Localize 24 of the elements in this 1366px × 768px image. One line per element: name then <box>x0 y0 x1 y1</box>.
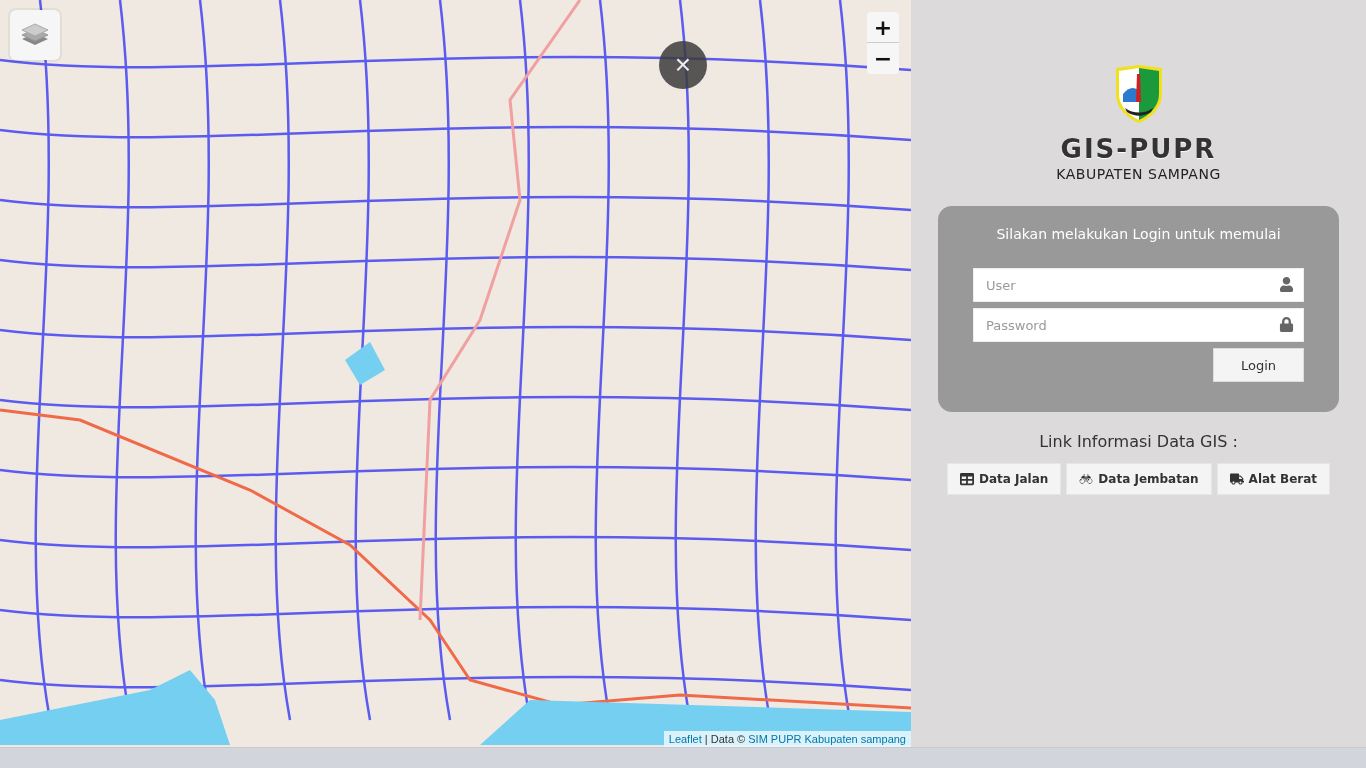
map-attribution: Leaflet | Data © SIM PUPR Kabupaten sampang <box>663 731 911 747</box>
app-title: GIS-PUPR <box>1060 134 1217 164</box>
close-button[interactable]: × <box>659 41 707 89</box>
zoom-in-button[interactable]: + <box>867 12 899 43</box>
data-source-link[interactable]: SIM PUPR Kabupaten sampang <box>748 733 906 745</box>
truck-icon <box>1229 472 1244 486</box>
leaflet-link[interactable]: Leaflet <box>668 733 702 745</box>
table-icon <box>959 472 974 486</box>
map-view[interactable]: + − × Leaflet | Data © SIM PUPR Kabupaten sampang <box>0 0 911 747</box>
layers-button[interactable] <box>10 10 60 60</box>
data-link-button[interactable]: Alat Berat <box>1216 463 1331 495</box>
links-heading: Link Informasi Data GIS : <box>1039 432 1238 451</box>
lock-icon <box>1279 317 1294 332</box>
login-button[interactable]: Login <box>1213 348 1304 382</box>
app-subtitle: KABUPATEN SAMPANG <box>1056 166 1221 182</box>
user-field[interactable]: User <box>973 268 1304 302</box>
login-heading: Silakan melakukan Login untuk memulai <box>995 226 1282 242</box>
password-field[interactable]: Password <box>973 308 1304 342</box>
data-link-button[interactable]: Data Jembatan <box>1066 463 1212 495</box>
zoom-out-button[interactable]: − <box>867 43 899 74</box>
binoculars-icon <box>1079 472 1094 486</box>
layers-icon <box>21 22 49 48</box>
data-link-button[interactable]: Data Jalan <box>946 463 1062 495</box>
user-icon <box>1279 277 1294 292</box>
